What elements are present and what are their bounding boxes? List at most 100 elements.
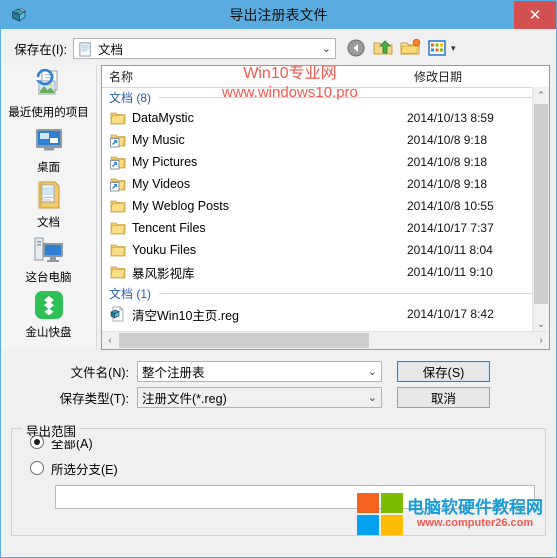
file-name-cell: Tencent Files xyxy=(102,220,402,236)
sort-indicator-icon: ⌃ xyxy=(254,67,262,77)
dialog-body: 最近使用的项目 桌面 文档 这台电脑 金山快盘 名称 修改日期 ⌃ 文档 (8)… xyxy=(1,65,556,350)
sidebar-item-recent[interactable]: 最近使用的项目 xyxy=(1,67,96,122)
file-name-cell: My Videos xyxy=(102,176,402,192)
reg-file-icon xyxy=(110,306,126,322)
folder-icon xyxy=(110,264,126,280)
file-name-value: 整个注册表 xyxy=(142,365,205,380)
table-row[interactable]: 暴风影视库 2014/10/11 9:10 xyxy=(102,261,549,283)
cancel-button[interactable]: 取消 xyxy=(397,386,490,408)
views-button[interactable] xyxy=(426,37,448,59)
file-type-label: 保存类型(T): xyxy=(59,391,129,406)
radio-branch-icon[interactable] xyxy=(30,461,44,475)
table-row[interactable]: 清空Win10主页.reg 2014/10/17 8:42 xyxy=(102,303,549,325)
chevron-down-icon: ⌄ xyxy=(321,42,331,55)
file-date-cell: 2014/10/17 8:42 xyxy=(407,307,494,321)
title-bar: 导出注册表文件 ✕ xyxy=(1,1,556,29)
table-row[interactable]: My Weblog Posts 2014/10/8 10:55 xyxy=(102,195,549,217)
logo-site-url: www.computer26.com xyxy=(416,517,534,530)
close-button[interactable]: ✕ xyxy=(514,1,556,29)
vertical-scroll-thumb[interactable] xyxy=(534,104,548,304)
scroll-down-icon[interactable]: ⌄ xyxy=(533,316,549,332)
file-group-header: 文档 (1) xyxy=(102,283,549,303)
scroll-left-icon[interactable]: ‹ xyxy=(102,332,118,349)
views-chevron-icon[interactable]: ▾ xyxy=(451,43,456,54)
sidebar-item-label: 文档 xyxy=(37,217,60,229)
chevron-down-icon[interactable]: ⌄ xyxy=(368,362,377,383)
places-bar: 最近使用的项目 桌面 文档 这台电脑 金山快盘 xyxy=(1,65,97,350)
table-row[interactable]: DataMystic 2014/10/13 8:59 xyxy=(102,107,549,129)
save-in-combo[interactable]: 文档 ⌄ xyxy=(73,37,336,59)
file-name-text: 清空Win10主页.reg xyxy=(132,308,239,323)
sidebar-item-label: 这台电脑 xyxy=(25,272,72,284)
branch-path-input[interactable] xyxy=(55,485,535,509)
radio-option-all[interactable]: 全部(A) xyxy=(12,429,545,455)
export-registry-dialog: 导出注册表文件 ✕ 保存在(I): 文档 ⌄ ▾ 最近使用的项目 桌面 文档 这… xyxy=(0,0,557,558)
file-name-text: Youku Files xyxy=(132,243,197,257)
file-name-text: DataMystic xyxy=(132,111,194,125)
folder-icon xyxy=(110,242,126,258)
file-date-cell: 2014/10/17 7:37 xyxy=(407,221,494,235)
file-name-text: 暴风影视库 xyxy=(132,266,195,281)
chevron-down-icon[interactable]: ⌄ xyxy=(368,388,377,409)
table-row[interactable]: Youku Files 2014/10/11 8:04 xyxy=(102,239,549,261)
documents-icon xyxy=(79,41,91,57)
save-button[interactable]: 保存(S) xyxy=(397,360,490,382)
folder-shortcut-icon xyxy=(110,132,126,148)
save-in-label: 保存在(I): xyxy=(14,42,67,57)
file-name-text: Tencent Files xyxy=(132,221,206,235)
file-name-text: My Pictures xyxy=(132,155,198,169)
file-type-combo[interactable]: 注册文件(*.reg) ⌄ xyxy=(137,386,382,409)
back-button[interactable] xyxy=(345,37,367,59)
radio-all-icon[interactable] xyxy=(30,435,44,449)
sidebar-item-label: 金山快盘 xyxy=(25,327,72,339)
file-name-cell: 暴风影视库 xyxy=(102,263,402,282)
file-name-cell: My Weblog Posts xyxy=(102,198,402,214)
sidebar-item-desktop[interactable]: 桌面 xyxy=(1,122,96,177)
file-date-cell: 2014/10/8 9:18 xyxy=(407,177,488,191)
table-row[interactable]: Tencent Files 2014/10/17 7:37 xyxy=(102,217,549,239)
file-group-label: 文档 (8) xyxy=(109,90,152,105)
window-title: 导出注册表文件 xyxy=(229,7,328,23)
table-row[interactable]: My Pictures 2014/10/8 9:18 xyxy=(102,151,549,173)
up-folder-button[interactable] xyxy=(372,37,394,59)
file-name-label: 文件名(N): xyxy=(70,365,129,380)
sidebar-item-kuaipan[interactable]: 金山快盘 xyxy=(1,287,96,342)
radio-branch-label: 所选分支(E) xyxy=(51,462,118,477)
vertical-scrollbar[interactable]: ⌃ ⌄ xyxy=(532,87,549,332)
column-header-date[interactable]: 修改日期 xyxy=(409,68,549,85)
file-name-cell: Youku Files xyxy=(102,242,402,258)
file-name-text: My Music xyxy=(132,133,185,147)
this-pc-icon xyxy=(33,234,65,266)
file-date-cell: 2014/10/11 8:04 xyxy=(407,243,493,257)
table-row[interactable]: My Music 2014/10/8 9:18 xyxy=(102,129,549,151)
folder-icon xyxy=(110,198,126,214)
scroll-up-icon[interactable]: ⌃ xyxy=(533,87,549,103)
new-folder-button[interactable] xyxy=(399,37,421,59)
file-date-cell: 2014/10/8 9:18 xyxy=(407,133,488,147)
file-list-rows[interactable]: 文档 (8) DataMystic 2014/10/13 8:59 My Music 2… xyxy=(102,87,549,332)
group-divider xyxy=(159,292,543,294)
sidebar-item-label: 桌面 xyxy=(37,162,60,174)
recent-items-icon xyxy=(33,68,65,101)
file-group-header: 文档 (8) xyxy=(102,87,549,107)
table-row[interactable]: My Videos 2014/10/8 9:18 xyxy=(102,173,549,195)
file-date-cell: 2014/10/11 9:10 xyxy=(407,265,493,279)
file-name-cell: My Pictures xyxy=(102,154,402,170)
file-date-cell: 2014/10/8 10:55 xyxy=(407,199,494,213)
horizontal-scrollbar[interactable]: ‹ › xyxy=(102,331,549,349)
save-in-bar: 保存在(I): 文档 ⌄ ▾ xyxy=(1,29,556,65)
scroll-right-icon[interactable]: › xyxy=(533,332,549,349)
file-name-input[interactable]: 整个注册表 ⌄ xyxy=(137,360,382,383)
kuaipan-icon xyxy=(33,289,65,321)
radio-option-branch[interactable]: 所选分支(E) xyxy=(12,455,545,481)
file-name-row: 文件名(N): 整个注册表 ⌄ 保存(S) xyxy=(1,358,556,384)
group-divider xyxy=(159,96,543,98)
folder-shortcut-icon xyxy=(110,154,126,170)
file-type-row: 保存类型(T): 注册文件(*.reg) ⌄ 取消 xyxy=(1,384,556,410)
sidebar-item-documents[interactable]: 文档 xyxy=(1,177,96,232)
sidebar-item-this-pc[interactable]: 这台电脑 xyxy=(1,232,96,287)
sidebar-item-label: 最近使用的项目 xyxy=(8,107,89,119)
file-group-label: 文档 (1) xyxy=(109,286,152,301)
file-name-cell: DataMystic xyxy=(102,110,402,126)
horizontal-scroll-thumb[interactable] xyxy=(119,333,369,348)
